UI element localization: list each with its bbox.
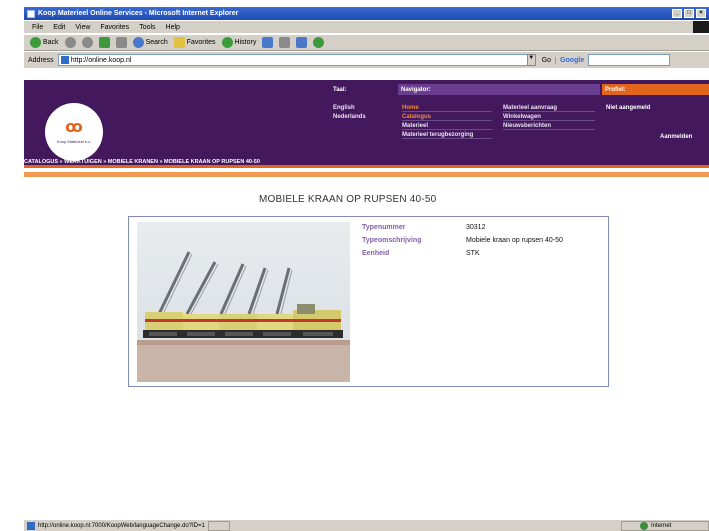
- address-bar: Address http://online.koop.nl ▼ Go Googl…: [24, 52, 709, 68]
- login-link[interactable]: Aanmelden: [660, 134, 692, 140]
- detail-value: Mobiele kraan op rupsen 40-50: [466, 237, 563, 244]
- status-bar: http://online.koop.nl:7000/KoopWeb/langu…: [24, 519, 709, 531]
- edit-icon: [296, 37, 308, 48]
- detail-row-eenheid: Eenheid STK: [362, 247, 563, 260]
- google-search-input[interactable]: [588, 54, 671, 66]
- menu-view[interactable]: View: [75, 24, 90, 31]
- header-divider: [24, 165, 709, 168]
- menu-favorites[interactable]: Favorites: [100, 24, 129, 31]
- status-url: http://online.koop.nl:7000/KoopWeb/langu…: [38, 522, 205, 529]
- minimize-button[interactable]: _: [672, 9, 682, 18]
- address-label: Address: [28, 56, 54, 64]
- stop-button[interactable]: [81, 37, 93, 48]
- breadcrumb[interactable]: CATALOGUS » WERKTUIGEN » MOBIELE KRANEN …: [24, 159, 260, 165]
- language-column-header: Taal:: [330, 84, 396, 95]
- home-icon: [115, 37, 127, 48]
- product-photo: [137, 222, 350, 382]
- go-button[interactable]: Go: [540, 57, 551, 64]
- product-card: Typenummer 30312 Typeomschrijving Mobiel…: [128, 216, 609, 387]
- messenger-icon: [313, 37, 325, 48]
- nav-terugbezorging-link[interactable]: Materieel terugbezorging: [402, 132, 492, 139]
- detail-value: 30312: [466, 224, 486, 231]
- status-segment: [207, 520, 230, 531]
- forward-arrow-icon: [64, 37, 76, 48]
- logo-text: Koop Materieel b.v.: [56, 139, 92, 144]
- globe-icon: [640, 521, 648, 530]
- history-label: History: [234, 39, 257, 46]
- menu-bar: File Edit View Favorites Tools Help: [24, 21, 709, 33]
- product-details: Typenummer 30312 Typeomschrijving Mobiel…: [362, 221, 563, 260]
- page-icon: [60, 56, 69, 64]
- stop-icon: [81, 37, 93, 48]
- favorites-icon: [173, 37, 185, 48]
- window-controls: _ □ ×: [672, 9, 709, 18]
- browser-toolbar: Back Search Favorites History: [24, 34, 709, 51]
- accent-bar: [24, 172, 709, 177]
- detail-value: STK: [466, 250, 480, 257]
- refresh-icon: [98, 37, 110, 48]
- refresh-button[interactable]: [98, 37, 110, 48]
- address-input[interactable]: http://online.koop.nl: [57, 54, 528, 66]
- nav-catalogus-link[interactable]: Catalogus: [402, 114, 492, 121]
- back-arrow-icon: [30, 37, 41, 48]
- security-zone: Internet: [621, 520, 709, 531]
- koop-logo-mark-icon: ꝏ: [65, 119, 83, 136]
- history-icon: [221, 37, 233, 48]
- favorites-label: Favorites: [186, 39, 216, 46]
- window-titlebar: Koop Materieel Online Services - Microso…: [24, 7, 709, 20]
- go-label: Go: [541, 56, 552, 64]
- search-button[interactable]: Search: [132, 37, 168, 48]
- windows-throbber-icon: [693, 21, 709, 33]
- search-icon: [132, 37, 144, 48]
- close-button[interactable]: ×: [696, 9, 706, 18]
- window-title: Koop Materieel Online Services - Microso…: [38, 10, 239, 17]
- language-nederlands-link[interactable]: Nederlands: [333, 114, 366, 120]
- back-button[interactable]: Back: [30, 37, 59, 48]
- edit-button[interactable]: [296, 37, 308, 48]
- detail-label: Eenheid: [362, 250, 390, 257]
- detail-label: Typenummer: [362, 224, 406, 231]
- menu-file[interactable]: File: [32, 24, 43, 31]
- favorites-button[interactable]: Favorites: [173, 37, 216, 48]
- messenger-button[interactable]: [313, 37, 325, 48]
- address-value: http://online.koop.nl: [70, 56, 132, 64]
- nav-aanvraag-link[interactable]: Materieel aanvraag: [503, 105, 595, 112]
- nav-nieuwsberichten-link[interactable]: Nieuwsberichten: [503, 123, 595, 130]
- back-label: Back: [43, 39, 59, 46]
- page-title: MOBIELE KRAAN OP RUPSEN 40-50: [259, 194, 437, 205]
- print-button[interactable]: [279, 37, 291, 48]
- search-label: Search: [145, 39, 168, 46]
- menu-help[interactable]: Help: [166, 24, 180, 31]
- google-toolbar-logo: Google: [555, 56, 584, 64]
- maximize-button[interactable]: □: [684, 9, 694, 18]
- language-english-link[interactable]: English: [333, 105, 355, 111]
- home-button[interactable]: [115, 37, 127, 48]
- forward-button[interactable]: [64, 37, 76, 48]
- menu-tools[interactable]: Tools: [139, 24, 155, 31]
- history-button[interactable]: History: [221, 37, 257, 48]
- page-icon: [27, 521, 35, 530]
- print-icon: [279, 37, 291, 48]
- ie-app-icon: [27, 9, 35, 18]
- mail-icon: [262, 37, 274, 48]
- koop-logo[interactable]: ꝏ Koop Materieel b.v.: [45, 103, 103, 161]
- detail-row-typeomschrijving: Typeomschrijving Mobiele kraan op rupsen…: [362, 234, 563, 247]
- mail-button[interactable]: [262, 37, 274, 48]
- detail-label: Typeomschrijving: [362, 237, 422, 244]
- nav-winkelwagen-link[interactable]: Winkelwagen: [503, 114, 595, 121]
- address-dropdown-button[interactable]: ▼: [526, 54, 536, 66]
- nav-home-link[interactable]: Home: [402, 105, 492, 112]
- menu-edit[interactable]: Edit: [53, 24, 65, 31]
- profile-status: Niet aangemeld: [606, 105, 651, 111]
- profile-column-header: Profiel:: [602, 84, 709, 95]
- detail-row-typenummer: Typenummer 30312: [362, 221, 563, 234]
- nav-materieel-link[interactable]: Materieel: [402, 123, 492, 130]
- zone-label: Internet: [651, 522, 672, 529]
- navigator-column-header: Navigator:: [398, 84, 600, 95]
